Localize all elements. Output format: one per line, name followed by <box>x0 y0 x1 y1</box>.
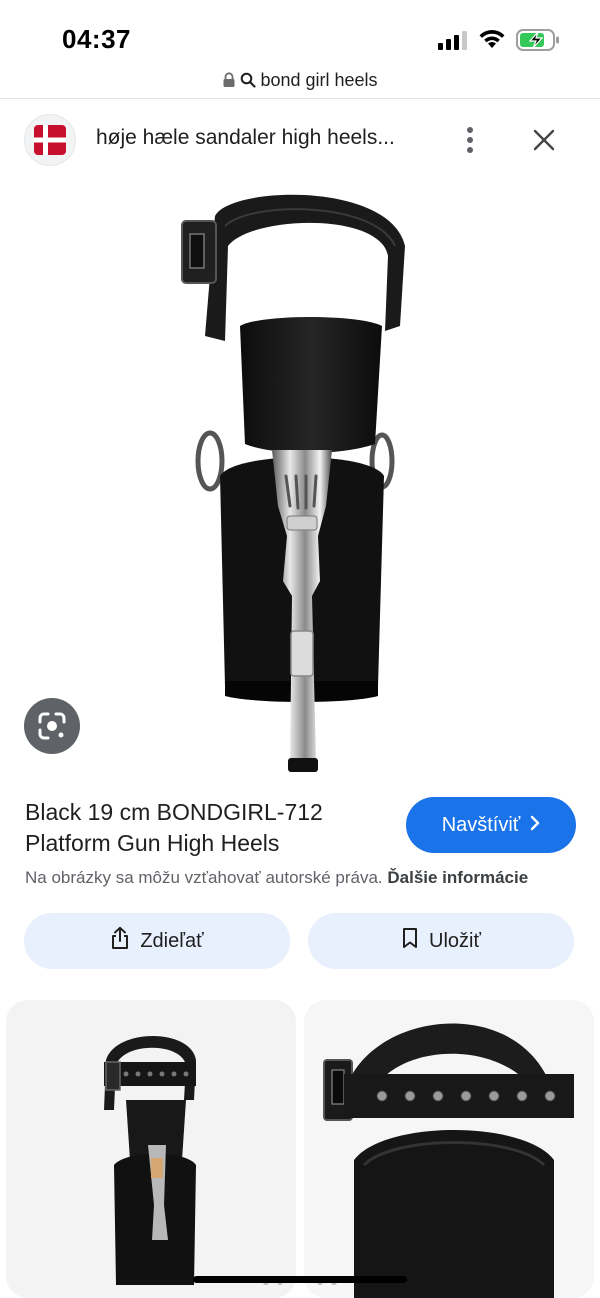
visit-button-label: Navštíviť <box>441 813 521 836</box>
related-image[interactable] <box>304 1000 594 1298</box>
url-bar[interactable]: bond girl heels <box>0 62 600 98</box>
divider <box>0 98 600 99</box>
visit-button[interactable]: Navštíviť <box>406 797 576 853</box>
status-time: 04:37 <box>62 24 131 54</box>
lens-search-icon[interactable] <box>24 698 80 754</box>
share-button[interactable]: Zdieľať <box>24 913 290 969</box>
copyright-text: Na obrázky sa môžu vzťahovať autorské pr… <box>25 868 383 887</box>
cellular-signal-icon <box>438 30 468 50</box>
url-text: bond girl heels <box>260 69 378 90</box>
share-icon <box>110 926 130 956</box>
save-button[interactable]: Uložiť <box>308 913 574 969</box>
danish-flag-icon[interactable] <box>24 114 76 166</box>
source-header: høje hæle sandaler high heels... <box>0 100 600 176</box>
copyright-notice: Na obrázky sa môžu vzťahovať autorské pr… <box>25 868 528 888</box>
source-title[interactable]: høje hæle sandaler high heels... <box>96 126 426 150</box>
more-vert-icon[interactable] <box>452 120 488 160</box>
share-label: Zdieľať <box>140 929 204 952</box>
home-indicator[interactable] <box>193 1276 407 1283</box>
bookmark-icon <box>401 927 419 955</box>
lock-icon <box>222 72 236 88</box>
product-title: Black 19 cm BONDGIRL-712 Platform Gun Hi… <box>25 799 323 856</box>
more-info-link[interactable]: Ďalšie informácie <box>387 868 528 887</box>
status-bar: 04:37 <box>0 0 600 62</box>
close-icon[interactable] <box>524 120 564 160</box>
search-icon <box>240 72 257 88</box>
main-product-image[interactable] <box>0 176 600 780</box>
related-image[interactable] <box>6 1000 296 1298</box>
wifi-icon <box>478 28 506 50</box>
save-label: Uložiť <box>429 929 481 952</box>
chevron-right-icon <box>530 814 540 837</box>
battery-charging-icon <box>516 29 560 51</box>
